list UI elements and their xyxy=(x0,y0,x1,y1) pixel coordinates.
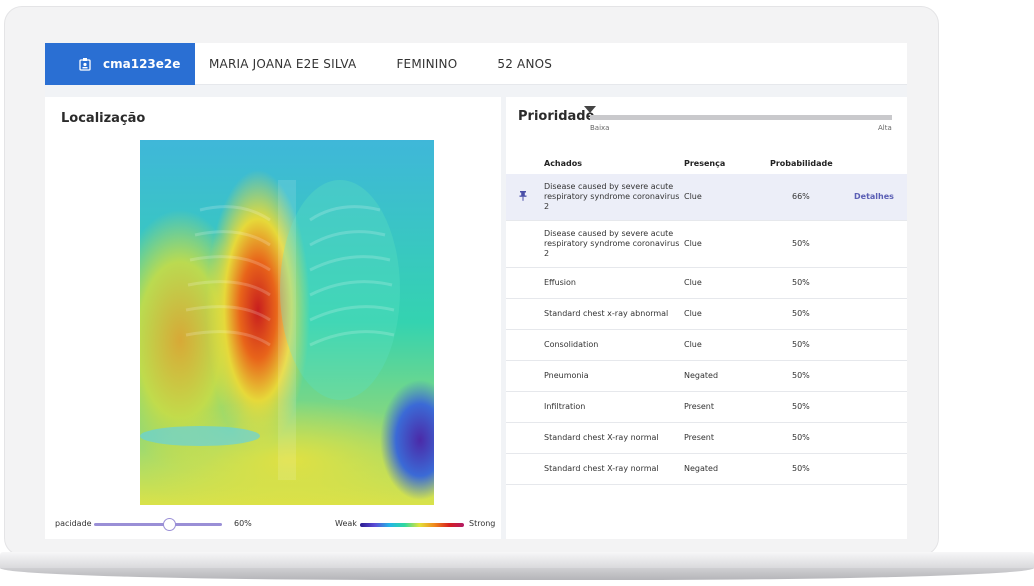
finding-presence: Negated xyxy=(684,371,719,380)
finding-probability: 66% xyxy=(792,192,810,201)
finding-presence: Negated xyxy=(684,464,719,473)
xray-heatmap-image xyxy=(140,140,434,505)
opacity-value: 60% xyxy=(234,519,252,528)
patient-sex: FEMININO xyxy=(396,56,458,71)
table-row[interactable]: Disease caused by severe acute respirato… xyxy=(506,221,907,268)
finding-name: Effusion xyxy=(544,278,576,287)
finding-presence: Clue xyxy=(684,278,702,287)
header-probability: Probabilidade xyxy=(770,159,833,168)
opacity-slider-thumb[interactable] xyxy=(163,518,176,531)
table-row[interactable]: Infiltration Present 50% xyxy=(506,392,907,423)
finding-probability: 50% xyxy=(792,340,810,349)
heatmap-color-scale xyxy=(360,523,464,527)
pin-icon[interactable] xyxy=(519,191,527,203)
table-row[interactable]: Standard chest X-ray normal Present 50% xyxy=(506,423,907,454)
finding-presence: Clue xyxy=(684,192,702,201)
finding-presence: Clue xyxy=(684,340,702,349)
table-row[interactable]: Pneumonia Negated 50% xyxy=(506,361,907,392)
finding-probability: 50% xyxy=(792,371,810,380)
finding-probability: 50% xyxy=(792,309,810,318)
opacity-label: pacidade xyxy=(55,519,92,528)
finding-name: Consolidation xyxy=(544,340,599,349)
patient-name: MARIA JOANA E2E SILVA xyxy=(209,56,357,71)
finding-name: Disease caused by severe acute respirato… xyxy=(544,229,680,258)
findings-table: Disease caused by severe acute respirato… xyxy=(506,174,907,485)
header-findings: Achados xyxy=(544,159,583,168)
app-screen: cma123e2e MARIA JOANA E2E SILVA FEMININO… xyxy=(45,42,907,539)
details-link[interactable]: Detalhes xyxy=(854,192,894,202)
priority-title: Prioridade xyxy=(518,109,595,124)
finding-probability: 50% xyxy=(792,239,810,248)
header-presence: Presença xyxy=(684,159,726,168)
heatmap-controls: pacidade 60% Weak Strong xyxy=(45,515,501,535)
finding-name: Standard chest X-ray normal xyxy=(544,464,659,473)
patient-id-badge[interactable]: cma123e2e xyxy=(45,42,195,85)
scale-weak-label: Weak xyxy=(335,519,357,528)
finding-probability: 50% xyxy=(792,402,810,411)
priority-low-label: Baixa xyxy=(590,124,610,132)
laptop-lid: cma123e2e MARIA JOANA E2E SILVA FEMININO… xyxy=(4,6,939,556)
patient-id: cma123e2e xyxy=(103,56,181,71)
priority-high-label: Alta xyxy=(878,124,892,132)
patient-header: cma123e2e MARIA JOANA E2E SILVA FEMININO… xyxy=(45,42,907,85)
priority-marker-icon xyxy=(584,106,596,113)
finding-name: Standard chest x-ray abnormal xyxy=(544,309,669,318)
finding-probability: 50% xyxy=(792,278,810,287)
finding-presence: Clue xyxy=(684,309,702,318)
priority-panel: Prioridade Baixa Alta Achados Presença P… xyxy=(506,97,907,539)
finding-presence: Present xyxy=(684,402,715,411)
priority-bar xyxy=(590,115,892,120)
finding-presence: Clue xyxy=(684,239,702,248)
finding-probability: 50% xyxy=(792,433,810,442)
table-row[interactable]: Effusion Clue 50% xyxy=(506,268,907,299)
laptop-base xyxy=(0,552,1034,586)
table-row[interactable]: Consolidation Clue 50% xyxy=(506,330,907,361)
localization-panel: Localização pacidade 60% Weak Strong xyxy=(45,97,501,539)
scale-strong-label: Strong xyxy=(469,519,496,528)
finding-presence: Present xyxy=(684,433,715,442)
patient-id-icon xyxy=(79,57,91,71)
patient-age: 52 ANOS xyxy=(497,56,553,71)
table-row[interactable]: Standard chest x-ray abnormal Clue 50% xyxy=(506,299,907,330)
finding-name: Disease caused by severe acute respirato… xyxy=(544,182,680,211)
finding-probability: 50% xyxy=(792,464,810,473)
finding-name: Standard chest X-ray normal xyxy=(544,433,659,442)
laptop-base-bottom xyxy=(0,568,1034,580)
laptop-base-top xyxy=(0,552,1034,568)
opacity-slider[interactable] xyxy=(94,523,222,526)
finding-name: Pneumonia xyxy=(544,371,589,380)
table-row[interactable]: Disease caused by severe acute respirato… xyxy=(506,174,907,221)
findings-table-header: Achados Presença Probabilidade xyxy=(506,155,907,173)
localization-title: Localização xyxy=(61,111,146,126)
table-row[interactable]: Standard chest X-ray normal Negated 50% xyxy=(506,454,907,485)
finding-name: Infiltration xyxy=(544,402,586,411)
